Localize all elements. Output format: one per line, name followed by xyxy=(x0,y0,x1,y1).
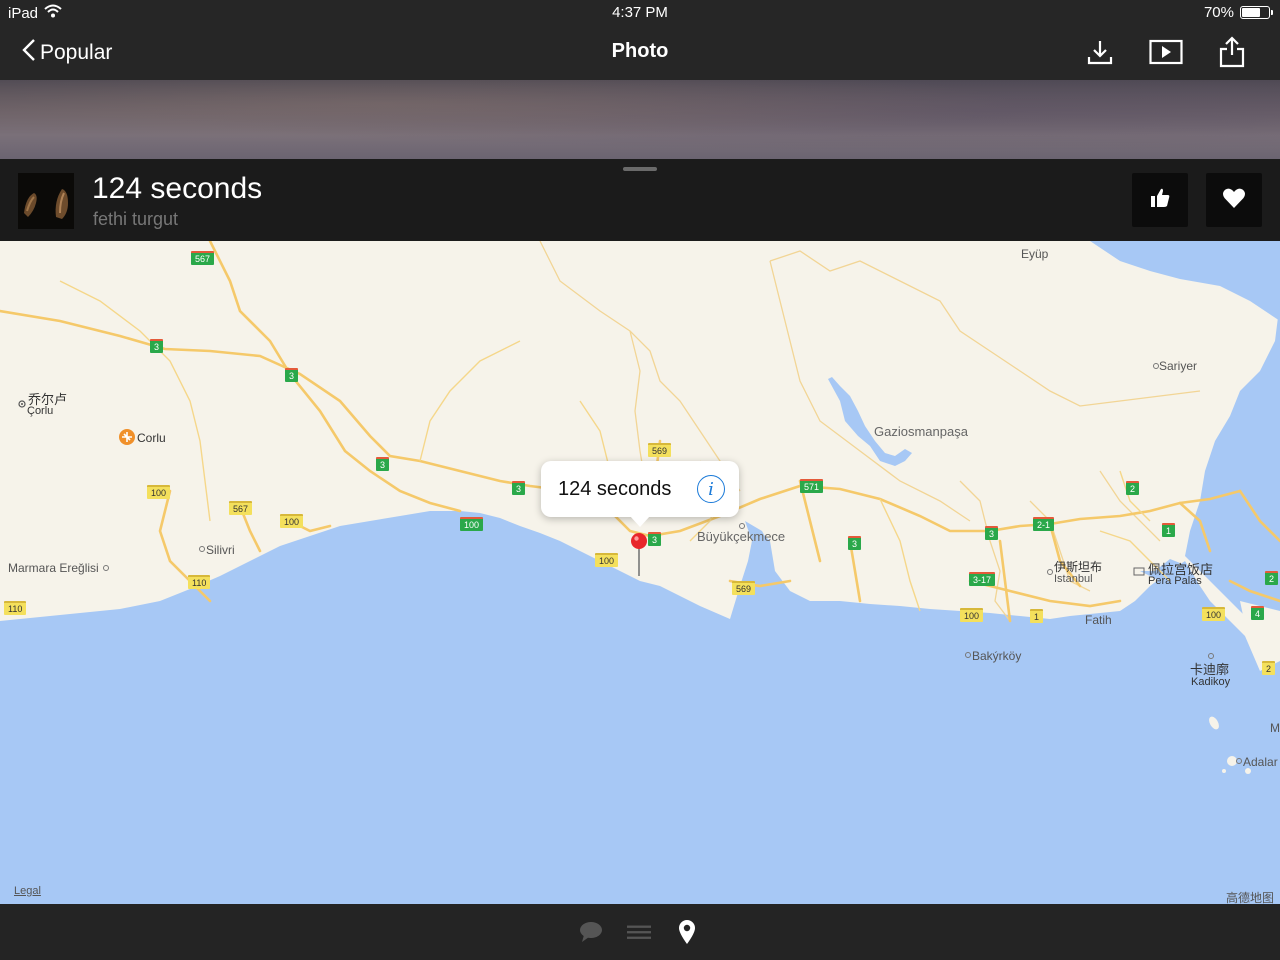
road-shield: 4 xyxy=(1251,606,1265,620)
status-time: 4:37 PM xyxy=(612,4,668,21)
map-label: M xyxy=(1270,721,1280,735)
map-attribution: 高德地图 xyxy=(1225,891,1274,904)
road-shield: 3 xyxy=(848,536,862,550)
bottom-toolbar xyxy=(0,904,1280,960)
share-icon[interactable] xyxy=(1214,34,1250,70)
road-shield: 100 xyxy=(147,485,171,499)
battery-icon xyxy=(1240,6,1273,19)
comment-icon[interactable] xyxy=(579,918,603,946)
map-label: Adalar xyxy=(1243,755,1278,769)
like-button[interactable] xyxy=(1132,173,1188,227)
back-button[interactable]: Popular xyxy=(22,38,112,68)
favorite-button[interactable] xyxy=(1206,173,1262,227)
road-shield: 110 xyxy=(4,601,27,615)
road-shield: 3 xyxy=(285,368,299,382)
road-shield: 100 xyxy=(280,514,304,528)
road-shield: 3 xyxy=(648,532,662,546)
road-shield: 3-17 xyxy=(969,572,996,586)
status-bar: iPad 4:37 PM 70% xyxy=(0,0,1280,26)
avatar[interactable] xyxy=(18,173,74,229)
drag-handle[interactable] xyxy=(623,167,657,171)
road-shield: 569 xyxy=(732,581,756,595)
nav-actions xyxy=(1082,34,1250,70)
map-label: Büyükçekmece xyxy=(697,529,786,544)
battery-percent: 70% xyxy=(1203,4,1234,21)
road-shield: 100 xyxy=(460,517,484,531)
road-shield: 3 xyxy=(376,457,390,471)
photo-author[interactable]: fethi turgut xyxy=(93,209,178,230)
chevron-left-icon xyxy=(22,38,36,68)
nav-bar: Popular Photo xyxy=(0,26,1280,80)
location-pin-icon[interactable] xyxy=(675,918,699,946)
road-shield: 567 xyxy=(229,501,253,515)
map-label: Corlu xyxy=(137,431,166,445)
road-shield: 2 xyxy=(1265,571,1279,585)
road-shield: 3 xyxy=(150,339,164,353)
map-label: Marmara Ereğlisi xyxy=(8,561,99,575)
legal-link[interactable]: Legal xyxy=(14,885,41,897)
road-shield: 571 xyxy=(800,479,824,493)
road-shield: 1 xyxy=(1030,609,1044,623)
road-shield: 1 xyxy=(1162,523,1176,537)
map-callout[interactable]: 124 seconds i xyxy=(541,461,739,527)
slideshow-icon[interactable] xyxy=(1148,34,1184,70)
map-label: Kadikoy xyxy=(1191,676,1231,688)
bottom-tabs xyxy=(579,918,699,946)
photo-title: 124 seconds xyxy=(92,172,263,205)
road-shield: 2 xyxy=(1126,481,1140,495)
road-shield: 3 xyxy=(512,481,526,495)
map-label: Eyüp xyxy=(1021,247,1049,261)
map-label: Sariyer xyxy=(1159,359,1198,373)
thumbs-up-icon xyxy=(1149,187,1171,214)
list-icon[interactable] xyxy=(627,918,651,946)
download-icon[interactable] xyxy=(1082,34,1118,70)
map-label: Gaziosmanpaşa xyxy=(874,424,968,439)
road-shield: 2-1 xyxy=(1033,517,1055,531)
photo-preview[interactable] xyxy=(0,80,1280,159)
top-bar: iPad 4:37 PM 70% Popular Photo xyxy=(0,0,1280,80)
map-label: Fatih xyxy=(1085,613,1112,627)
road-shield: 100 xyxy=(595,553,619,567)
map-label: Silivri xyxy=(206,543,235,557)
road-shield: 2 xyxy=(1262,661,1276,675)
road-shield: 3 xyxy=(985,526,999,540)
map-label: Bakýrköy xyxy=(972,649,1022,663)
map-label: Pera Palas xyxy=(1148,575,1202,587)
road-shield: 100 xyxy=(960,608,984,622)
map-view[interactable]: Eyüp Sariyer 乔尔卢 Çorlu Corlu Gaziosmanpa… xyxy=(0,241,1280,904)
heart-icon xyxy=(1222,187,1246,214)
photo-info-panel: 124 seconds fethi turgut xyxy=(0,159,1280,241)
info-icon[interactable]: i xyxy=(697,475,725,503)
road-shield: 569 xyxy=(648,443,672,457)
location-pin-marker[interactable] xyxy=(630,532,648,578)
battery-fill xyxy=(1242,8,1261,17)
status-right: 70% xyxy=(1203,4,1273,21)
back-label: Popular xyxy=(40,41,113,64)
road-shield: 567 xyxy=(191,251,215,265)
map-label: Çorlu xyxy=(27,405,54,417)
road-shield: 110 xyxy=(188,575,211,589)
road-shield: 100 xyxy=(1202,607,1226,621)
map-label: Istanbul xyxy=(1054,573,1093,585)
callout-title: 124 seconds xyxy=(558,477,672,500)
